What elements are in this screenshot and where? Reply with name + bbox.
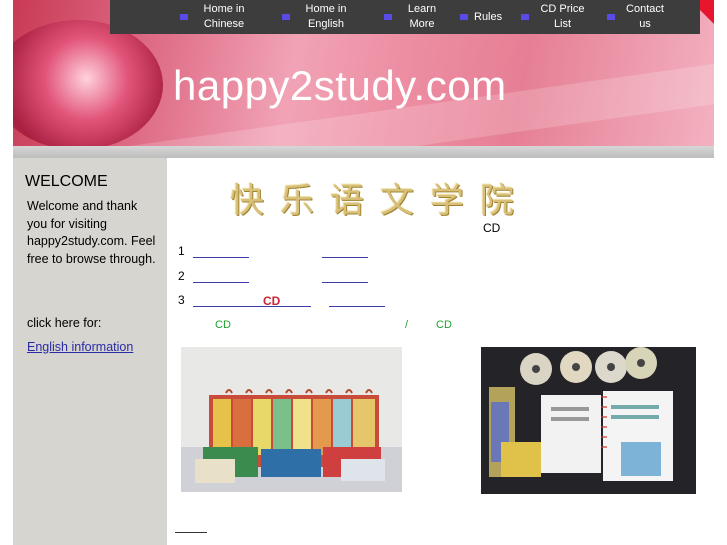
product-photo-books-cds bbox=[481, 347, 696, 494]
row-number-3: 3 bbox=[178, 293, 185, 307]
banner-glow-graphic bbox=[13, 20, 163, 150]
green-cd-right: CD bbox=[436, 319, 452, 331]
nav-item-cd-price-list[interactable]: CD Price List bbox=[521, 0, 601, 34]
nav-bullet-icon bbox=[180, 14, 188, 20]
top-nav: Home in Chinese Home in English Learn Mo… bbox=[110, 0, 700, 34]
sidebar-heading: WELCOME bbox=[25, 173, 108, 190]
english-information-link[interactable]: English information bbox=[27, 340, 133, 354]
sidebar-click-text: click here for: bbox=[27, 316, 102, 330]
row-1-link-a[interactable] bbox=[193, 257, 249, 258]
nav-label: Contact us bbox=[626, 3, 664, 30]
banner-bottom-band bbox=[13, 146, 714, 158]
nav-label: Learn More bbox=[407, 3, 437, 30]
nav-item-learn-more[interactable]: Learn More bbox=[384, 0, 464, 34]
row-2-link-b[interactable] bbox=[322, 282, 368, 283]
green-slash: / bbox=[405, 319, 409, 331]
nav-bullet-icon bbox=[384, 14, 392, 20]
row-3-link-b[interactable] bbox=[329, 306, 385, 307]
nav-item-home-chinese[interactable]: Home in Chinese bbox=[180, 0, 270, 34]
nav-label: Home in Chinese bbox=[203, 3, 245, 30]
nav-item-rules[interactable]: Rules bbox=[460, 0, 510, 34]
sidebar-welcome-text: Welcome and thank you for visiting happy… bbox=[27, 199, 156, 266]
photo-cards-drawing bbox=[181, 347, 402, 492]
row-3-link-a[interactable] bbox=[193, 306, 311, 307]
row-2-link-a[interactable] bbox=[193, 282, 249, 283]
product-photo-cards bbox=[181, 347, 402, 492]
nav-label: CD Price List bbox=[540, 3, 585, 30]
main-content: 快乐语文学院 CD 1 2 3 CD CD / CD bbox=[167, 158, 727, 545]
row-number-2: 2 bbox=[178, 269, 185, 283]
row-number-1: 1 bbox=[178, 244, 185, 258]
nav-item-contact[interactable]: Contact us bbox=[607, 0, 677, 34]
cd-label: CD bbox=[483, 221, 501, 235]
nav-label: Rules bbox=[474, 10, 503, 23]
row-1-link-b[interactable] bbox=[322, 257, 368, 258]
chinese-title-graphic: 快乐语文学院 bbox=[230, 181, 530, 221]
green-cd-left: CD bbox=[215, 319, 231, 331]
nav-bullet-icon bbox=[521, 14, 529, 20]
sidebar: WELCOME Welcome and thank you for visiti… bbox=[13, 158, 167, 545]
page: happy2study.com Home in Chinese Home in … bbox=[0, 0, 727, 545]
site-title: happy2study.com bbox=[173, 62, 507, 109]
nav-item-home-english[interactable]: Home in English bbox=[282, 0, 377, 34]
nav-bullet-icon bbox=[282, 14, 290, 20]
nav-bullet-icon bbox=[607, 14, 615, 20]
nav-bullet-icon bbox=[460, 14, 468, 20]
photo-books-drawing bbox=[481, 347, 696, 494]
nav-label: Home in English bbox=[305, 3, 347, 30]
bottom-divider bbox=[175, 532, 207, 533]
